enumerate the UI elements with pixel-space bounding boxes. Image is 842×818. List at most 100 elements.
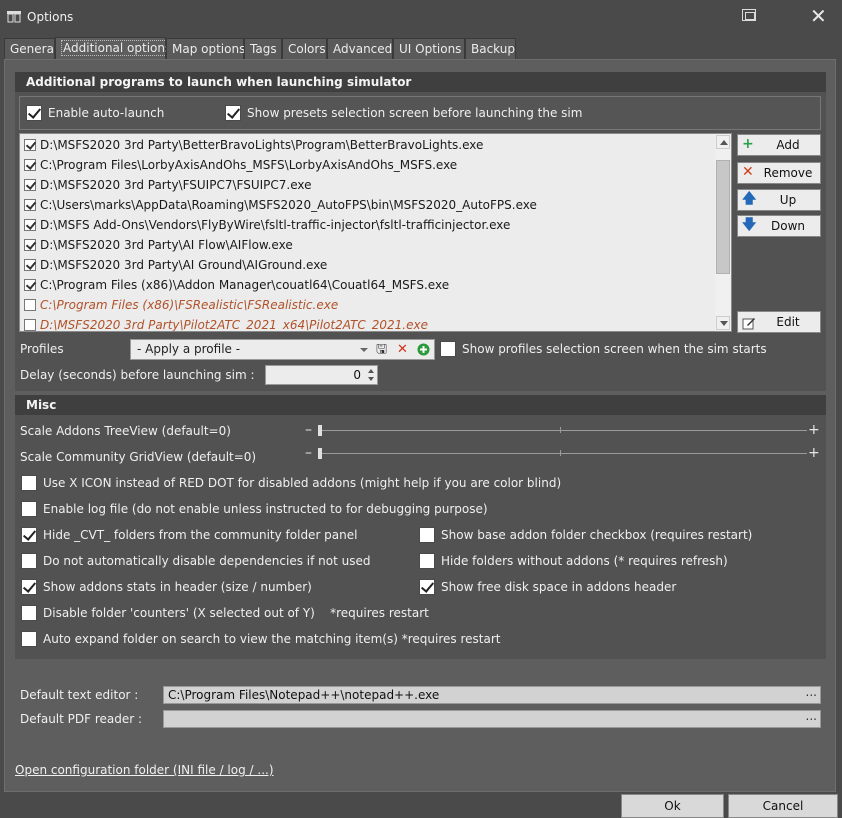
item-path: C:\Program Files (x86)\FSRealistic\FSRea… bbox=[40, 298, 339, 312]
text-editor-field[interactable]: C:\Program Files\Notepad++\notepad++.exe… bbox=[163, 685, 821, 704]
disable-counters-label: Disable folder 'counters' (X selected ou… bbox=[43, 606, 429, 620]
item-checkbox[interactable] bbox=[24, 319, 36, 331]
auto-expand-label: Auto expand folder on search to view the… bbox=[43, 632, 501, 646]
delete-icon[interactable]: ✕ bbox=[397, 343, 408, 356]
show-presets-checkbox[interactable] bbox=[225, 105, 241, 121]
scale-treeview-track[interactable] bbox=[318, 430, 807, 431]
arrow-up-icon: 🡅 bbox=[742, 191, 757, 207]
tab-advanced[interactable]: Advanced bbox=[327, 38, 393, 59]
up-button[interactable]: 🡅 Up bbox=[737, 189, 821, 211]
hide-no-addons-label: Hide folders without addons (* requires … bbox=[441, 554, 728, 568]
item-path: D:\MSFS2020 3rd Party\BetterBravoLights\… bbox=[40, 138, 484, 152]
tab-map-options[interactable]: Map options bbox=[166, 38, 245, 59]
scale-gridview-thumb[interactable] bbox=[318, 448, 322, 459]
item-path: D:\MSFS2020 3rd Party\AI Ground\AIGround… bbox=[40, 258, 328, 272]
log-file-checkbox[interactable] bbox=[21, 501, 37, 517]
auto-expand-checkbox[interactable] bbox=[21, 631, 37, 647]
show-stats-checkbox[interactable] bbox=[21, 579, 37, 595]
restore-icon[interactable] bbox=[742, 9, 756, 21]
remove-label: Remove bbox=[763, 166, 813, 180]
plus-icon: + bbox=[742, 136, 754, 152]
scale-treeview-thumb[interactable] bbox=[318, 425, 322, 436]
plus-icon[interactable]: + bbox=[808, 446, 820, 460]
chevron-down-icon bbox=[360, 348, 368, 352]
no-disable-deps-label: Do not automatically disable dependencie… bbox=[43, 554, 371, 568]
item-path: C:\Program Files (x86)\Addon Manager\cou… bbox=[40, 278, 450, 292]
free-disk-label: Show free disk space in addons header bbox=[441, 580, 677, 594]
window-title: Options bbox=[27, 10, 74, 24]
text-editor-value: C:\Program Files\Notepad++\notepad++.exe bbox=[168, 688, 440, 702]
x-icon-checkbox[interactable] bbox=[21, 475, 37, 491]
show-base-label: Show base addon folder checkbox (require… bbox=[441, 528, 753, 542]
hide-cvt-checkbox[interactable] bbox=[21, 527, 37, 543]
tab-general[interactable]: General bbox=[4, 38, 57, 59]
arrow-down-icon: 🡇 bbox=[742, 217, 757, 233]
disable-counters-checkbox[interactable] bbox=[21, 605, 37, 621]
program-list[interactable]: D:\MSFS2020 3rd Party\BetterBravoLights\… bbox=[19, 133, 732, 332]
show-base-checkbox[interactable] bbox=[419, 527, 435, 543]
x-icon: ✕ bbox=[742, 164, 754, 180]
tab-tags[interactable]: Tags bbox=[244, 38, 282, 59]
edit-label: Edit bbox=[776, 315, 800, 329]
tick-mark bbox=[560, 427, 561, 433]
scroll-up-icon[interactable] bbox=[716, 135, 730, 149]
scale-gridview-track[interactable] bbox=[318, 453, 807, 454]
tab-backup[interactable]: Backup bbox=[465, 38, 516, 59]
item-checkbox[interactable] bbox=[24, 139, 36, 151]
list-scrollbar[interactable] bbox=[715, 134, 731, 331]
plus-icon[interactable]: + bbox=[808, 423, 820, 437]
enable-auto-launch-checkbox[interactable] bbox=[26, 105, 42, 121]
item-path: D:\MSFS2020 3rd Party\AI Flow\AIFlow.exe bbox=[40, 238, 293, 252]
show-stats-label: Show addons stats in header (size / numb… bbox=[43, 580, 312, 594]
scroll-down-icon[interactable] bbox=[716, 316, 730, 330]
item-checkbox[interactable] bbox=[24, 299, 36, 311]
ok-button[interactable]: Ok bbox=[621, 794, 724, 818]
browse-button[interactable]: ... bbox=[806, 685, 817, 699]
tab-colors[interactable]: Colors bbox=[282, 38, 327, 59]
scale-gridview-label: Scale Community GridView (default=0) bbox=[20, 450, 257, 464]
add-button[interactable]: + Add bbox=[737, 134, 821, 156]
edit-button[interactable]: Edit bbox=[737, 311, 821, 333]
pdf-reader-label: Default PDF reader : bbox=[20, 712, 143, 726]
item-path: C:\Program Files\LorbyAxisAndOhs_MSFS\Lo… bbox=[40, 158, 458, 172]
add-circle-icon[interactable] bbox=[417, 343, 430, 356]
item-checkbox[interactable] bbox=[24, 219, 36, 231]
item-checkbox[interactable] bbox=[24, 259, 36, 271]
hide-cvt-label: Hide _CVT_ folders from the community fo… bbox=[43, 528, 358, 542]
close-icon[interactable]: ✕ bbox=[810, 6, 827, 26]
save-icon[interactable]: 🖫 bbox=[376, 343, 387, 356]
stepper-up-icon[interactable] bbox=[368, 369, 374, 373]
item-checkbox[interactable] bbox=[24, 199, 36, 211]
show-profiles-checkbox[interactable] bbox=[440, 341, 456, 357]
profile-value: - Apply a profile - bbox=[137, 342, 241, 356]
profile-select[interactable]: - Apply a profile - 🖫 ✕ bbox=[130, 339, 435, 360]
pdf-reader-field[interactable]: ... bbox=[163, 709, 821, 728]
remove-button[interactable]: ✕ Remove bbox=[737, 162, 821, 184]
tab-label: Additional options bbox=[61, 40, 174, 56]
edit-icon bbox=[742, 318, 755, 330]
open-config-folder-link[interactable]: Open configuration folder (INI file / lo… bbox=[15, 763, 274, 777]
scroll-thumb[interactable] bbox=[716, 160, 730, 274]
stepper-down-icon[interactable] bbox=[368, 377, 374, 381]
item-checkbox[interactable] bbox=[24, 239, 36, 251]
minus-icon[interactable]: – bbox=[305, 423, 312, 437]
hide-no-addons-checkbox[interactable] bbox=[419, 553, 435, 569]
add-label: Add bbox=[776, 138, 800, 152]
free-disk-checkbox[interactable] bbox=[419, 579, 435, 595]
no-disable-deps-checkbox[interactable] bbox=[21, 553, 37, 569]
delay-label: Delay (seconds) before launching sim : bbox=[20, 368, 255, 382]
tab-additional-options[interactable]: Additional options bbox=[55, 37, 174, 60]
item-checkbox[interactable] bbox=[24, 279, 36, 291]
text-editor-label: Default text editor : bbox=[20, 688, 139, 702]
browse-button[interactable]: ... bbox=[806, 709, 817, 723]
show-profiles-label: Show profiles selection screen when the … bbox=[462, 342, 767, 356]
delay-stepper[interactable]: 0 bbox=[265, 365, 378, 385]
down-button[interactable]: 🡇 Down bbox=[737, 215, 821, 237]
item-checkbox[interactable] bbox=[24, 159, 36, 171]
item-path: D:\MSFS2020 3rd Party\Pilot2ATC_2021_x64… bbox=[40, 318, 428, 332]
show-presets-label: Show presets selection screen before lau… bbox=[247, 106, 583, 120]
tab-ui-options[interactable]: UI Options bbox=[393, 38, 465, 59]
item-checkbox[interactable] bbox=[24, 179, 36, 191]
minus-icon[interactable]: – bbox=[305, 446, 312, 460]
cancel-button[interactable]: Cancel bbox=[728, 794, 838, 818]
